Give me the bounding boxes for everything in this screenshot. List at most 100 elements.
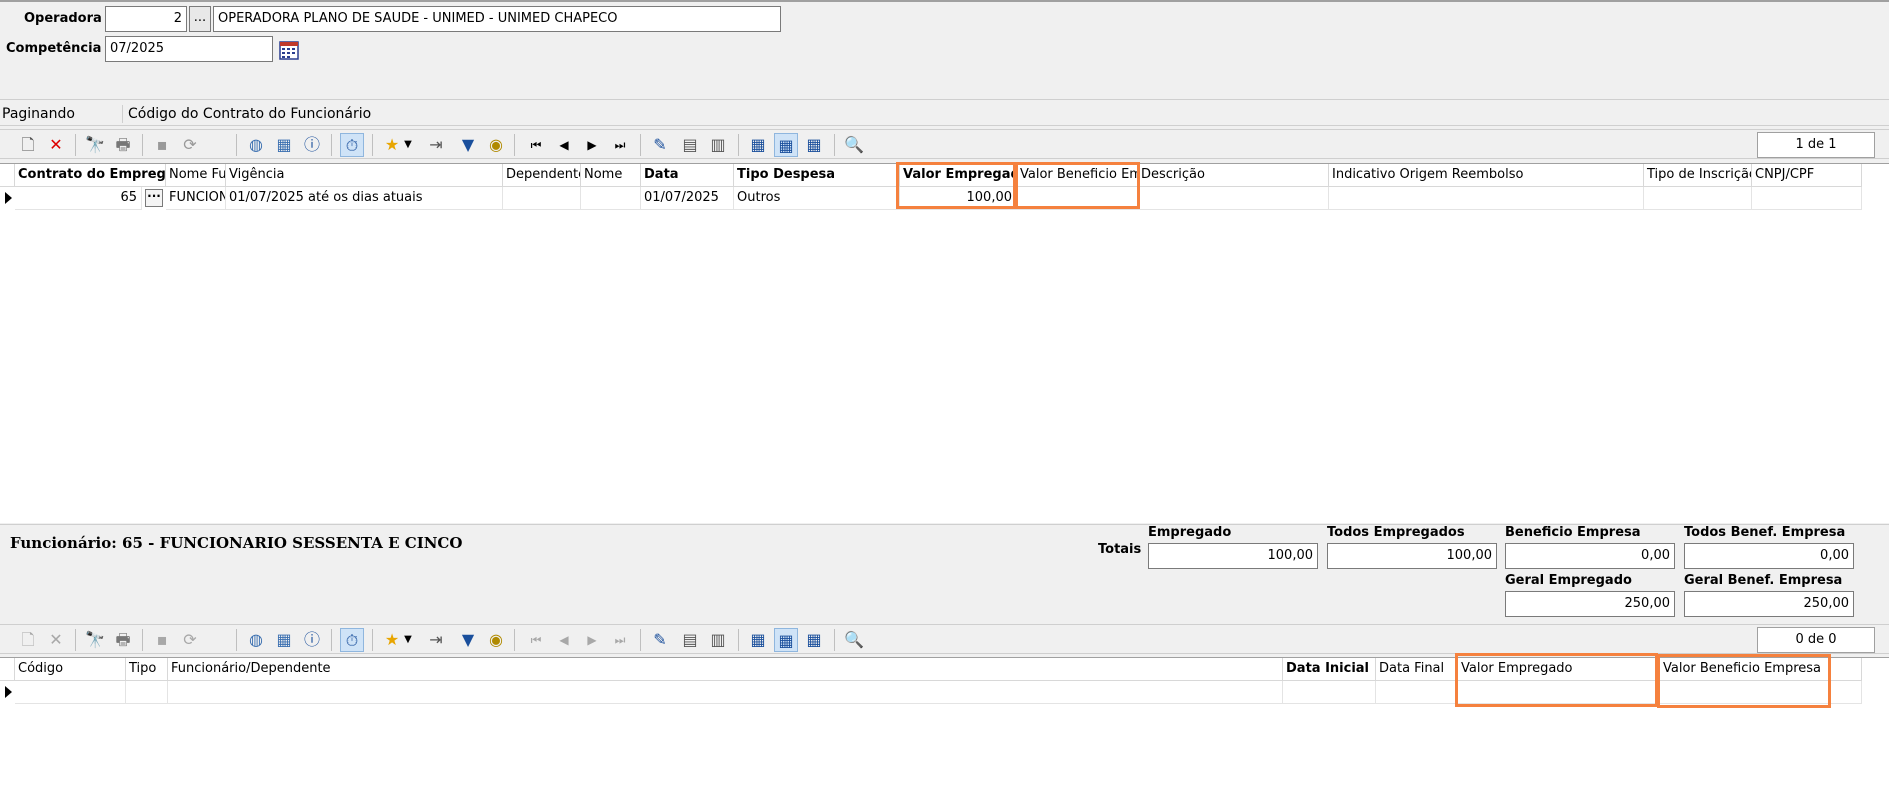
grid-group-icon[interactable]: ▦ [802, 628, 826, 652]
col-indicativo-header[interactable]: Indicativo Origem Reembolso [1329, 164, 1644, 187]
filter-clear-icon[interactable]: ◉ [484, 628, 508, 652]
zoom-preview-icon[interactable]: 🔍 [842, 628, 866, 652]
new-record-icon[interactable]: 🗋 [16, 133, 40, 157]
edit-icon[interactable]: ✎ [648, 133, 672, 157]
col-valor-empregado-header[interactable]: Valor Empregado [900, 164, 1017, 187]
col-tipo-inscricao-header[interactable]: Tipo de Inscrição [1644, 164, 1752, 187]
cell-contrato-lookup-button[interactable]: ··· [145, 189, 163, 207]
cell-tipo-inscricao[interactable] [1644, 187, 1752, 210]
cell-valor-empregado[interactable]: 100,00 [900, 187, 1017, 210]
report-preview-icon[interactable]: ▥ [706, 133, 730, 157]
zoom-preview-icon[interactable]: 🔍 [842, 133, 866, 157]
first-record-icon[interactable]: ⏮ [524, 628, 548, 652]
report-icon[interactable]: ▤ [678, 628, 702, 652]
cell-vigencia[interactable]: 01/07/2025 até os dias atuais [226, 187, 503, 210]
col-nome-header[interactable]: Nome [581, 164, 641, 187]
export-icon[interactable]: ⇥ [424, 133, 448, 157]
search-binoculars-icon[interactable]: 🔭 [83, 133, 107, 157]
cell-valor-beneficio[interactable] [1660, 681, 1862, 704]
col-dependente-header[interactable]: Dependente [503, 164, 581, 187]
last-record-icon[interactable]: ⏭ [608, 133, 632, 157]
favorites-star-icon[interactable]: ★ [380, 133, 404, 157]
next-record-icon[interactable]: ▶ [580, 133, 604, 157]
delete-icon[interactable]: ✕ [44, 628, 68, 652]
print-icon[interactable]: 🖶 [111, 628, 135, 652]
save-icon[interactable]: ▪ [150, 628, 174, 652]
grid-filter-row-icon[interactable]: ▦ [774, 628, 798, 652]
grouping-column-label[interactable]: Código do Contrato do Funcionário [128, 106, 371, 122]
filter-clear-icon[interactable]: ◉ [484, 133, 508, 157]
timer-icon[interactable]: ⏱ [340, 133, 364, 157]
cell-contrato[interactable]: 65 [15, 187, 142, 210]
calendar-icon[interactable] [279, 40, 299, 60]
globe-icon[interactable]: ◍ [244, 133, 268, 157]
col-data-header[interactable]: Data [641, 164, 734, 187]
export-icon[interactable]: ⇥ [424, 628, 448, 652]
search-binoculars-icon[interactable]: 🔭 [83, 628, 107, 652]
grid-filter-row-icon[interactable]: ▦ [774, 133, 798, 157]
operadora-code-input[interactable]: 2 [105, 6, 187, 32]
col-valor-beneficio-header[interactable]: Valor Beneficio Empresa [1660, 658, 1862, 681]
new-record-icon[interactable]: 🗋 [16, 628, 40, 652]
last-record-icon[interactable]: ⏭ [608, 628, 632, 652]
col-codigo-header[interactable]: Código [15, 658, 126, 681]
refresh-icon[interactable]: ⟳ [178, 628, 202, 652]
cell-tipo-despesa[interactable]: Outros [734, 187, 900, 210]
filter-icon[interactable]: ▼ [456, 628, 480, 652]
refresh-icon[interactable]: ⟳ [178, 133, 202, 157]
grid-group-icon[interactable]: ▦ [802, 133, 826, 157]
col-valor-empregado-header[interactable]: Valor Empregado [1458, 658, 1660, 681]
col-vigencia-header[interactable]: Vigência [226, 164, 503, 187]
competencia-input[interactable]: 07/2025 [105, 36, 273, 62]
report-icon[interactable]: ▤ [678, 133, 702, 157]
col-tipo-despesa-header[interactable]: Tipo Despesa [734, 164, 900, 187]
filter-icon[interactable]: ▼ [456, 133, 480, 157]
col-data-inicial-header[interactable]: Data Inicial [1283, 658, 1376, 681]
operadora-lookup-button[interactable]: ... [189, 6, 211, 32]
cell-descricao[interactable] [1138, 187, 1329, 210]
cell-funcionario[interactable] [168, 681, 1283, 704]
col-contrato-header[interactable]: Contrato do Empregado [15, 164, 166, 187]
cell-valor-empregado[interactable] [1458, 681, 1660, 704]
col-data-final-header[interactable]: Data Final [1376, 658, 1458, 681]
info-icon[interactable]: ⓘ [300, 133, 324, 157]
cell-data-inicial[interactable] [1283, 681, 1376, 704]
cell-cnpj[interactable] [1752, 187, 1862, 210]
save-icon[interactable]: ▪ [150, 133, 174, 157]
first-record-icon[interactable]: ⏮ [524, 133, 548, 157]
cell-dependente[interactable] [503, 187, 581, 210]
table-view-icon[interactable]: ▦ [272, 628, 296, 652]
col-funcionario-header[interactable]: Funcionário/Dependente [168, 658, 1283, 681]
print-icon[interactable]: 🖶 [111, 133, 135, 157]
previous-record-icon[interactable]: ◀ [552, 133, 576, 157]
col-valor-beneficio-header[interactable]: Valor Beneficio Empresa [1017, 164, 1138, 187]
cell-data[interactable]: 01/07/2025 [641, 187, 734, 210]
timer-icon[interactable]: ⏱ [340, 628, 364, 652]
info-icon[interactable]: ⓘ [300, 628, 324, 652]
cell-nome[interactable] [581, 187, 641, 210]
grid-columns-icon[interactable]: ▦ [746, 628, 770, 652]
cell-nome-func[interactable]: FUNCIONARIO [166, 187, 226, 210]
cell-tipo[interactable] [126, 681, 168, 704]
col-tipo-header[interactable]: Tipo [126, 658, 168, 681]
grid-columns-icon[interactable]: ▦ [746, 133, 770, 157]
report-preview-icon[interactable]: ▥ [706, 628, 730, 652]
col-cnpj-header[interactable]: CNPJ/CPF [1752, 164, 1862, 187]
table-view-icon[interactable]: ▦ [272, 133, 296, 157]
cell-data-final[interactable] [1376, 681, 1458, 704]
edit-icon[interactable]: ✎ [648, 628, 672, 652]
previous-record-icon[interactable]: ◀ [552, 628, 576, 652]
chevron-down-icon[interactable]: ▼ [402, 628, 414, 652]
favorites-star-icon[interactable]: ★ [380, 628, 404, 652]
competencia-label: Competência [6, 41, 102, 56]
col-descricao-header[interactable]: Descrição [1138, 164, 1329, 187]
globe-icon[interactable]: ◍ [244, 628, 268, 652]
chevron-down-icon[interactable]: ▼ [402, 133, 414, 157]
col-nome-func-header[interactable]: Nome Funcionário [166, 164, 226, 187]
cell-indicativo[interactable] [1329, 187, 1644, 210]
next-record-icon[interactable]: ▶ [580, 628, 604, 652]
empregado-label: Empregado [1148, 525, 1232, 540]
delete-icon[interactable]: ✕ [44, 133, 68, 157]
cell-codigo[interactable] [15, 681, 126, 704]
cell-valor-beneficio[interactable] [1017, 187, 1138, 210]
